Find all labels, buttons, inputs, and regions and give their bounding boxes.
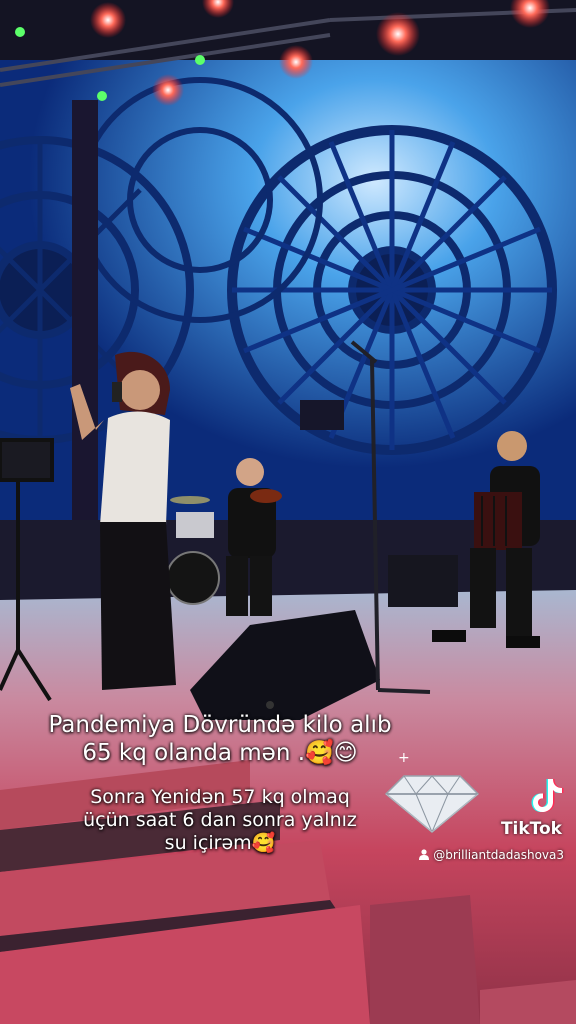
stage-pillar [72, 100, 98, 540]
caption-secondary: Sonra Yenidən 57 kq olmaq üçün saat 6 da… [0, 786, 440, 854]
username-text: @brilliantdadashova3 [433, 848, 564, 862]
caption-line-5: su içirəm🥰 [164, 831, 276, 854]
sparkle-icon: + [398, 750, 410, 766]
speaker-box [388, 555, 458, 607]
caption-line-1: Pandemiya Dövründə kilo alıb [48, 712, 392, 738]
music-stand-right [300, 400, 344, 430]
creator-username[interactable]: @brilliantdadashova3 [394, 848, 564, 862]
concert-scene [0, 0, 576, 1024]
caption-line-4: üçün saat 6 dan sonra yalnız [83, 808, 357, 831]
caption-primary: Pandemiya Dövründə kilo alıb 65 kq oland… [0, 712, 440, 767]
video-frame[interactable]: Pandemiya Dövründə kilo alıb 65 kq oland… [0, 0, 576, 1024]
tiktok-watermark: TikTok @brilliantdadashova3 [394, 775, 564, 862]
caption-line-3: Sonra Yenidən 57 kq olmaq [90, 786, 350, 808]
tiktok-brand-label: TikTok [500, 819, 562, 839]
tiktok-logo-icon [531, 779, 564, 812]
person-icon [419, 849, 430, 860]
caption-line-2: 65 kq olanda mən .🥰😊 [82, 739, 358, 766]
